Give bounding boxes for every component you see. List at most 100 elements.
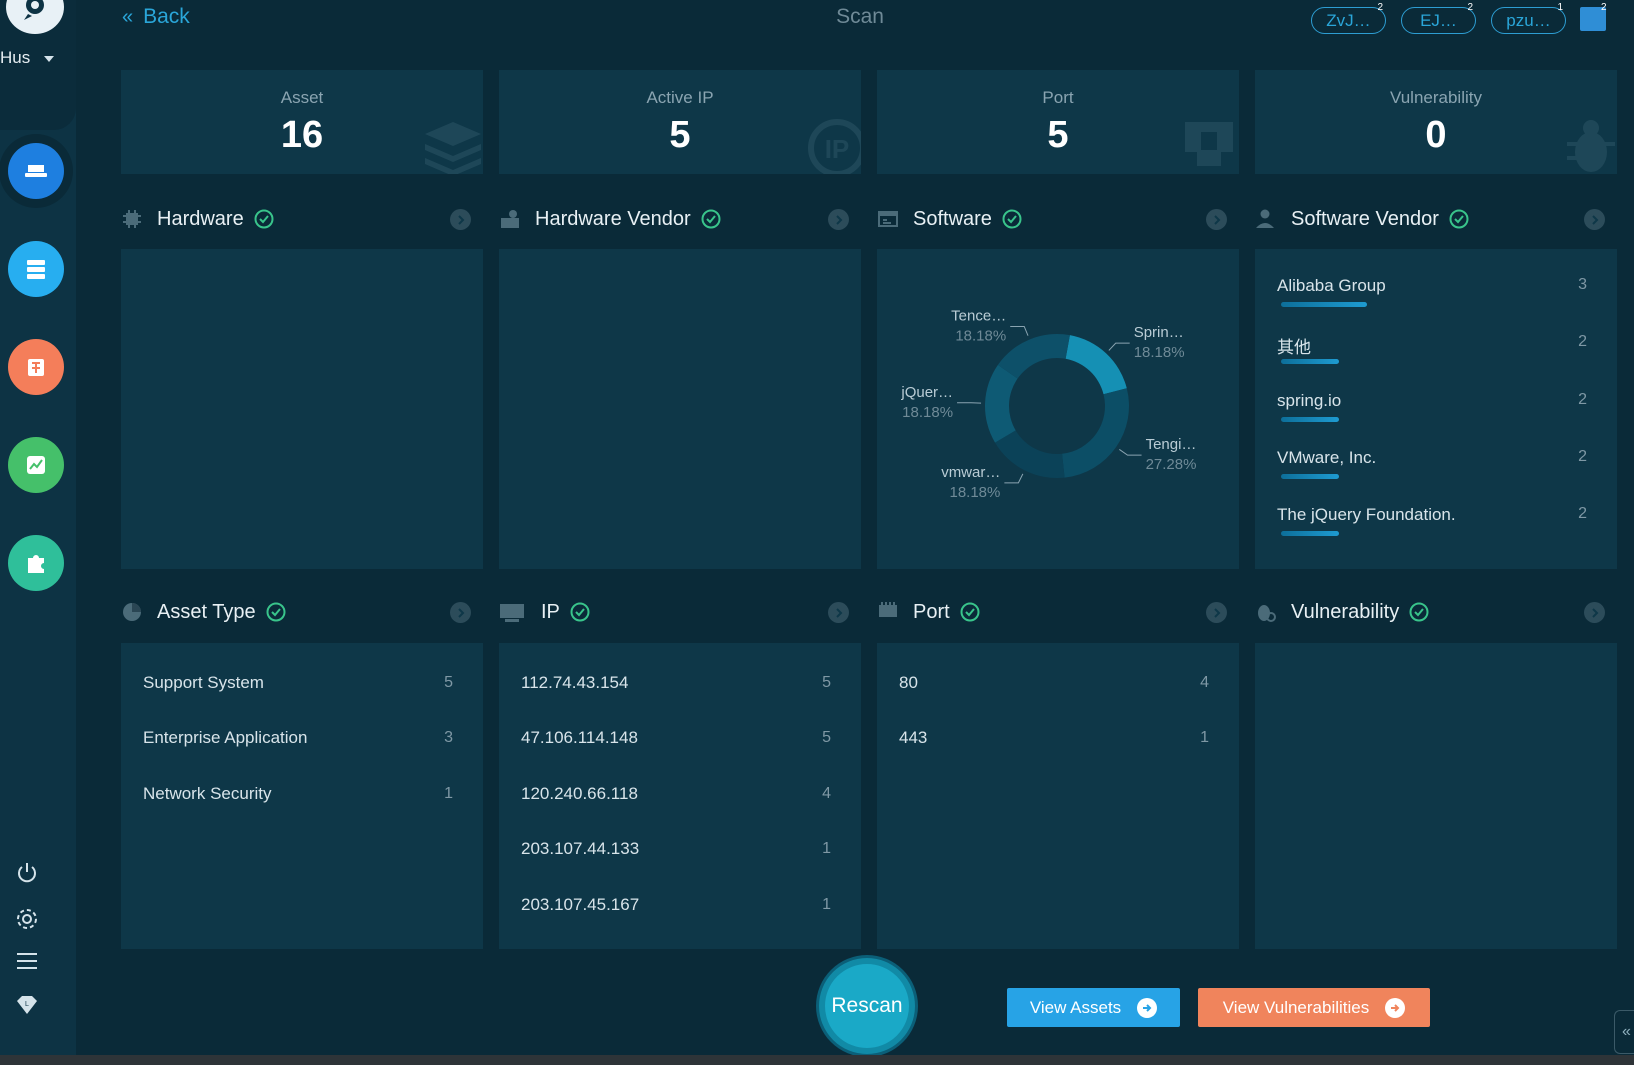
power-button[interactable] [12, 858, 42, 888]
menu-button[interactable] [12, 946, 42, 976]
software-vendor-panel: Alibaba Group 3 其他 2 spring.io 2 VMware,… [1255, 249, 1617, 569]
section-header-asset-type: Asset Type [121, 597, 483, 627]
item-label: Enterprise Application [143, 728, 308, 747]
vendor-count: 2 [1578, 448, 1587, 465]
vendor-row[interactable]: VMware, Inc. 2 [1277, 448, 1587, 488]
section-title: IP [541, 600, 560, 623]
port-icon [1185, 122, 1233, 166]
donut-slice[interactable] [1062, 388, 1129, 478]
vendor-row[interactable]: The jQuery Foundation. 2 [1277, 505, 1587, 545]
vendor-row[interactable]: Alibaba Group 3 [1277, 276, 1587, 316]
chevron-right-icon [1213, 607, 1220, 618]
vendor-row[interactable]: spring.io 2 [1277, 391, 1587, 431]
pill-badge: 2 [1377, 2, 1383, 13]
sidebar: Hus L [0, 0, 76, 1055]
view-assets-button[interactable]: View Assets [1007, 988, 1180, 1027]
list-item[interactable]: Enterprise Application 3 [143, 726, 453, 750]
ip-panel: 112.74.43.154 5 47.106.114.148 5 120.240… [499, 643, 861, 949]
donut-slice[interactable] [995, 430, 1065, 478]
donut-slice-label: jQuer… [900, 384, 953, 401]
list-item[interactable]: 120.240.66.118 4 [521, 782, 831, 806]
scan-target-pill-3[interactable]: pzu… 1 [1491, 2, 1566, 34]
back-link[interactable]: « Back [122, 5, 190, 29]
nav-monitor-button[interactable] [8, 437, 64, 493]
chevron-right-icon [457, 214, 464, 225]
asset-type-panel: Support System 5 Enterprise Application … [121, 643, 483, 949]
list-item[interactable]: 443 1 [899, 726, 1209, 750]
vendor-count: 2 [1578, 505, 1587, 522]
logo-icon [24, 0, 44, 20]
list-item[interactable]: Support System 5 [143, 671, 453, 695]
chevron-right-icon [835, 607, 842, 618]
bug-watermark-icon [1567, 120, 1615, 172]
item-label: 80 [899, 673, 918, 692]
section-expand-button[interactable] [1206, 602, 1227, 623]
list-item[interactable]: 80 4 [899, 671, 1209, 695]
vendor-bar [1281, 359, 1339, 364]
vendor-row[interactable]: 其他 2 [1277, 333, 1587, 373]
section-title: Hardware [157, 207, 244, 230]
vendor-name: 其他 [1277, 338, 1311, 357]
item-count: 5 [822, 729, 831, 746]
donut-slice-percent: 18.18% [955, 327, 1006, 344]
section-expand-button[interactable] [1584, 209, 1605, 230]
user-menu-caret-icon[interactable] [44, 56, 54, 62]
nav-servers-button[interactable] [8, 241, 64, 297]
item-count: 3 [444, 729, 453, 746]
section-expand-button[interactable] [1584, 602, 1605, 623]
list-item[interactable]: 112.74.43.154 5 [521, 671, 831, 695]
donut-slice-label: vmwar… [941, 464, 1000, 481]
list-item[interactable]: 47.106.114.148 5 [521, 726, 831, 750]
nav-plugins-button[interactable] [8, 535, 64, 591]
check-circle-icon [1002, 209, 1022, 229]
rescan-button[interactable]: Rescan [819, 958, 915, 1054]
power-icon [18, 863, 36, 883]
list-item[interactable]: Network Security 1 [143, 782, 453, 806]
view-vulnerabilities-button[interactable]: View Vulnerabilities [1198, 988, 1430, 1027]
svg-text:IP: IP [825, 134, 850, 164]
section-expand-button[interactable] [450, 602, 471, 623]
list-item[interactable]: 203.107.45.167 1 [521, 893, 831, 917]
menu-icon [17, 953, 37, 969]
section-expand-button[interactable] [828, 602, 849, 623]
section-header-hardware-vendor: Hardware Vendor [499, 204, 861, 234]
item-label: 443 [899, 728, 928, 747]
arrow-right-icon [1137, 997, 1158, 1018]
section-expand-button[interactable] [828, 209, 849, 230]
vendor-bar [1281, 531, 1339, 536]
item-count: 1 [444, 785, 453, 802]
user-name[interactable]: Hus [0, 48, 30, 68]
donut-slice[interactable] [1065, 335, 1127, 395]
scan-target-pill-2[interactable]: EJ… 2 [1401, 2, 1476, 34]
item-count: 4 [1200, 674, 1209, 691]
vendor-icon [499, 208, 521, 230]
collapse-panel-tab[interactable]: « [1614, 1010, 1634, 1054]
vendor-name: The jQuery Foundation. [1277, 505, 1456, 524]
license-button[interactable]: L [12, 990, 42, 1020]
settings-button[interactable] [12, 904, 42, 934]
vendor-bar [1281, 417, 1339, 422]
section-title: Software [913, 207, 992, 230]
section-expand-button[interactable] [450, 209, 471, 230]
list-item[interactable]: 203.107.44.133 1 [521, 837, 831, 861]
scan-target-pill-1[interactable]: ZvJ… 2 [1311, 2, 1386, 34]
item-label: 120.240.66.118 [521, 784, 638, 803]
hardware-vendor-panel [499, 249, 861, 569]
sidebar-header: Hus [0, 0, 76, 130]
donut-slice-label: Sprin… [1134, 324, 1184, 341]
donut-slice-percent: 27.28% [1146, 456, 1197, 473]
donut-slice[interactable] [985, 364, 1018, 443]
chevron-right-icon [1591, 214, 1598, 225]
nav-vulnerabilities-button[interactable] [8, 339, 64, 395]
vendor-count: 2 [1578, 391, 1587, 408]
nav-assets-button[interactable] [8, 143, 64, 199]
section-expand-button[interactable] [1206, 209, 1227, 230]
gear-icon [17, 909, 37, 929]
software-window-icon [877, 208, 899, 230]
pill-label: pzu… [1506, 10, 1551, 30]
donut-slice-percent: 18.18% [902, 404, 953, 421]
chip-icon [121, 208, 143, 230]
donut-slice[interactable] [997, 334, 1070, 379]
logo[interactable] [6, 0, 64, 34]
page-title: Scan [836, 5, 884, 28]
